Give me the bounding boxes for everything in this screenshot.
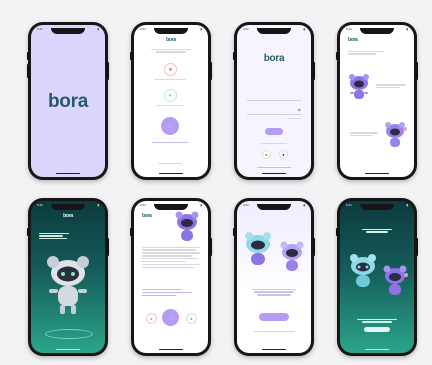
profile-details-screen: 9:41 ▮ bora ● → ● bbox=[134, 201, 208, 353]
choose-login-screen: 9:41 ▮ bora ● ◐ → bbox=[134, 25, 208, 177]
status-bar: 9:41 ▮ bbox=[346, 27, 408, 33]
status-bar: 9:41 ▮ bbox=[140, 203, 202, 209]
status-bar: 9:41 ▮ bbox=[346, 203, 408, 209]
status-time: 9:41 bbox=[37, 203, 43, 207]
home-indicator bbox=[159, 172, 183, 174]
status-bar: 9:41 ▮ bbox=[243, 27, 305, 33]
option-2-button[interactable]: ◐ bbox=[164, 89, 177, 102]
phone-match-intro: 9:41 ▮ bbox=[233, 198, 315, 356]
apple-icon[interactable]: ● bbox=[279, 150, 288, 159]
splash-screen: 9:41 ▮ bora bbox=[31, 25, 105, 177]
profile-choice-screen: 9:41 ▮ bora bbox=[340, 25, 414, 177]
leaf-icon[interactable]: ● bbox=[186, 313, 197, 324]
login-logo: bora bbox=[263, 53, 285, 64]
status-time: 9:41 bbox=[140, 27, 146, 31]
heart-icon: ● bbox=[168, 66, 173, 73]
status-time: 9:41 bbox=[243, 27, 249, 31]
login-button[interactable] bbox=[265, 128, 283, 135]
continue-button[interactable]: → bbox=[162, 309, 179, 326]
battery-icon: ▮ bbox=[406, 203, 408, 207]
profile-card-2[interactable] bbox=[346, 117, 408, 155]
header-logo: bora bbox=[348, 37, 358, 43]
home-indicator bbox=[56, 348, 80, 350]
match-intro-screen: 9:41 ▮ bbox=[237, 201, 311, 353]
battery-icon: ▮ bbox=[200, 27, 202, 31]
username-field[interactable] bbox=[247, 95, 301, 101]
robot-mascot-icon bbox=[385, 122, 407, 147]
header-logo: bora bbox=[63, 213, 73, 219]
robot-mascot-icon bbox=[350, 254, 376, 287]
google-icon[interactable]: ● bbox=[262, 150, 271, 159]
battery-icon: ▮ bbox=[97, 203, 99, 207]
phone-match-found: 9:41 ▮ bbox=[336, 198, 418, 356]
arrow-icon: → bbox=[167, 123, 173, 129]
robot-mascot-icon bbox=[47, 256, 89, 314]
robot-mascot-icon bbox=[175, 211, 199, 241]
battery-icon: ▮ bbox=[303, 27, 305, 31]
phone-profile-generated: 9:41 ▮ bora bbox=[27, 198, 109, 356]
status-time: 9:41 bbox=[346, 27, 352, 31]
profile-generated-screen: 9:41 ▮ bora bbox=[31, 201, 105, 353]
continue-button[interactable]: → bbox=[161, 117, 179, 135]
arrow-icon: → bbox=[168, 314, 173, 321]
robot-mascot-icon bbox=[349, 74, 369, 99]
status-time: 9:41 bbox=[140, 203, 146, 207]
status-bar: 9:41 ▮ bbox=[37, 27, 99, 33]
robot-mascot-icon bbox=[245, 232, 271, 265]
profile-card-1[interactable] bbox=[346, 69, 408, 107]
leaf-icon: ◐ bbox=[168, 92, 173, 99]
option-1-button[interactable]: ● bbox=[164, 63, 177, 76]
status-time: 9:41 bbox=[243, 203, 249, 207]
battery-icon: ▮ bbox=[97, 27, 99, 31]
phone-profile-choice: 9:41 ▮ bora bbox=[336, 22, 418, 180]
status-time: 9:41 bbox=[37, 27, 43, 31]
eye-icon[interactable]: ◉ bbox=[298, 107, 302, 112]
heart-icon[interactable]: ● bbox=[146, 313, 157, 324]
home-indicator bbox=[365, 348, 389, 350]
phone-profile-details: 9:41 ▮ bora ● → ● bbox=[130, 198, 212, 356]
battery-icon: ▮ bbox=[406, 27, 408, 31]
home-indicator bbox=[262, 348, 286, 350]
home-indicator bbox=[159, 348, 183, 350]
primary-button[interactable] bbox=[259, 313, 289, 321]
battery-icon: ▮ bbox=[303, 203, 305, 207]
robot-mascot-icon bbox=[383, 265, 408, 295]
glow-ring bbox=[45, 329, 93, 339]
status-bar: 9:41 ▮ bbox=[243, 203, 305, 209]
status-bar: 9:41 ▮ bbox=[37, 203, 99, 209]
header-logo: bora bbox=[166, 37, 176, 43]
battery-icon: ▮ bbox=[200, 203, 202, 207]
home-indicator bbox=[365, 172, 389, 174]
password-field[interactable]: ◉ bbox=[247, 107, 302, 115]
home-indicator bbox=[56, 172, 80, 174]
phone-splash: 9:41 ▮ bora bbox=[27, 22, 109, 180]
match-found-screen: 9:41 ▮ bbox=[340, 201, 414, 353]
primary-button[interactable] bbox=[364, 327, 390, 332]
phone-choose-login: 9:41 ▮ bora ● ◐ → bbox=[130, 22, 212, 180]
robot-mascot-icon bbox=[280, 241, 304, 271]
status-time: 9:41 bbox=[346, 203, 352, 207]
phone-login-form: 9:41 ▮ bora ◉ ● ● bbox=[233, 22, 315, 180]
splash-logo: bora bbox=[48, 91, 88, 112]
status-bar: 9:41 ▮ bbox=[140, 27, 202, 33]
home-indicator bbox=[262, 172, 286, 174]
header-logo: bora bbox=[142, 213, 152, 219]
login-screen: 9:41 ▮ bora ◉ ● ● bbox=[237, 25, 311, 177]
